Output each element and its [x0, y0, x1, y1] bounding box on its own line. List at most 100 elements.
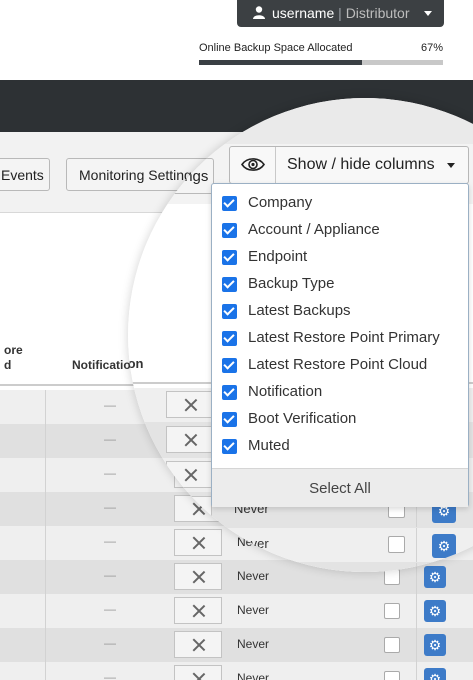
checkbox-checked-icon[interactable] — [222, 250, 237, 265]
page: username | Distributor Online Backup Spa… — [0, 0, 473, 680]
close-icon[interactable] — [174, 631, 222, 658]
column-option[interactable]: Backup Type — [212, 271, 468, 298]
checkbox-checked-icon[interactable] — [222, 439, 237, 454]
gear-icon[interactable]: ⚙ — [424, 634, 446, 656]
never-value: Never — [234, 536, 269, 551]
checkbox-checked-icon[interactable] — [222, 277, 237, 292]
column-option-label: Endpoint — [248, 248, 308, 265]
column-option-label: Account / Appliance — [248, 221, 380, 238]
user-role: Distributor — [345, 5, 410, 21]
eye-icon-box — [230, 147, 276, 183]
muted-checkbox[interactable] — [384, 603, 400, 619]
column-visibility-menu: Company Account / Appliance Endpoint Backup… — [211, 183, 469, 507]
column-option[interactable]: Latest Backups — [212, 298, 468, 325]
gear-icon[interactable]: ⚙ — [432, 569, 456, 572]
muted-checkbox[interactable] — [388, 536, 405, 553]
close-icon[interactable] — [166, 461, 212, 488]
close-icon[interactable] — [166, 531, 212, 558]
column-option[interactable]: Company — [212, 190, 468, 217]
column-divider — [45, 458, 46, 492]
column-divider — [416, 628, 417, 662]
column-divider — [416, 563, 417, 572]
empty-value: — — [104, 398, 116, 412]
user-menu[interactable]: username | Distributor — [237, 0, 444, 27]
caret-down-icon — [447, 163, 455, 168]
checkbox-checked-icon[interactable] — [222, 385, 237, 400]
chevron-down-icon — [424, 11, 432, 16]
column-option[interactable]: Boot Verification — [212, 406, 468, 433]
close-icon[interactable] — [166, 391, 212, 418]
gear-icon[interactable]: ⚙ — [424, 600, 446, 622]
backup-space-label: Online Backup Space Allocated — [199, 42, 353, 54]
column-option[interactable]: Latest Restore Point Cloud — [212, 352, 468, 379]
user-icon — [253, 6, 265, 19]
column-divider — [416, 594, 417, 628]
column-option[interactable]: Notification — [212, 379, 468, 406]
gear-icon[interactable]: ⚙ — [432, 534, 456, 558]
show-hide-columns-button[interactable]: Show / hide columns — [229, 146, 469, 184]
table-row: — Never ⚙ — [0, 628, 473, 663]
select-all-button[interactable]: Select All — [212, 468, 468, 507]
close-icon[interactable] — [166, 566, 212, 572]
close-icon[interactable] — [166, 496, 212, 523]
eye-icon — [241, 158, 265, 171]
backup-space-progress-fill — [199, 60, 363, 65]
column-divider — [45, 662, 46, 680]
checkbox-checked-icon[interactable] — [222, 223, 237, 238]
empty-value: — — [104, 670, 116, 680]
backup-space-percent: 67% — [421, 42, 444, 54]
column-divider — [45, 526, 46, 560]
muted-checkbox[interactable] — [384, 637, 400, 653]
table-row: —Never⚙ — [128, 528, 473, 563]
muted-checkbox[interactable] — [388, 571, 405, 572]
column-option-label: Company — [248, 194, 313, 211]
navbar-magnified — [128, 98, 473, 144]
column-divider — [45, 628, 46, 662]
column-divider — [45, 594, 46, 628]
column-option[interactable]: Latest Restore Point Primary — [212, 325, 468, 352]
empty-value: — — [104, 432, 116, 446]
checkbox-checked-icon[interactable] — [222, 331, 237, 346]
table-row: —Never⚙ — [0, 594, 473, 629]
column-option-label: Muted — [248, 437, 290, 454]
checkbox-checked-icon[interactable] — [222, 304, 237, 319]
backup-space-progress — [199, 60, 443, 65]
column-header-notification-magnified: Notification — [128, 356, 144, 371]
empty-value: — — [104, 534, 116, 548]
muted-checkbox[interactable] — [384, 671, 400, 680]
table-row: —Never⚙ — [128, 563, 473, 572]
column-divider — [45, 390, 46, 424]
username: username — [272, 5, 335, 21]
checkbox-checked-icon[interactable] — [222, 358, 237, 373]
column-option[interactable]: Endpoint — [212, 244, 468, 271]
column-option-label: Latest Restore Point Cloud — [248, 356, 428, 373]
close-icon[interactable] — [174, 597, 222, 624]
column-option[interactable]: Muted — [212, 433, 468, 460]
close-icon[interactable] — [166, 426, 212, 453]
gear-icon[interactable]: ⚙ — [424, 668, 446, 680]
table-row: — Never ⚙ — [0, 662, 473, 680]
checkbox-checked-icon[interactable] — [222, 196, 237, 211]
column-header-restore[interactable]: ore — [4, 343, 23, 357]
close-icon[interactable] — [174, 665, 222, 680]
events-button[interactable]: Events — [0, 158, 50, 191]
show-hide-columns-label: Show / hide columns — [287, 156, 435, 173]
empty-value: — — [104, 500, 116, 514]
column-divider — [45, 560, 46, 594]
column-divider — [416, 662, 417, 680]
checkbox-checked-icon[interactable] — [222, 412, 237, 427]
column-option-label: Latest Backups — [248, 302, 351, 319]
empty-value: — — [104, 636, 116, 650]
never-value: Never — [237, 603, 270, 617]
never-value: Never — [234, 571, 269, 572]
column-header-restore-line2: d — [4, 358, 12, 372]
column-option-label: Backup Type — [248, 275, 335, 292]
monitoring-settings-button-magnified[interactable]: Monitoring Settings — [128, 158, 214, 194]
never-value: Never — [237, 637, 270, 651]
column-option[interactable]: Account / Appliance — [212, 217, 468, 244]
user-label: username | Distributor — [272, 5, 409, 21]
column-divider — [416, 528, 417, 562]
column-option-label: Latest Restore Point Primary — [248, 329, 440, 346]
never-value: Never — [237, 671, 270, 680]
column-option-label: Boot Verification — [248, 410, 357, 427]
